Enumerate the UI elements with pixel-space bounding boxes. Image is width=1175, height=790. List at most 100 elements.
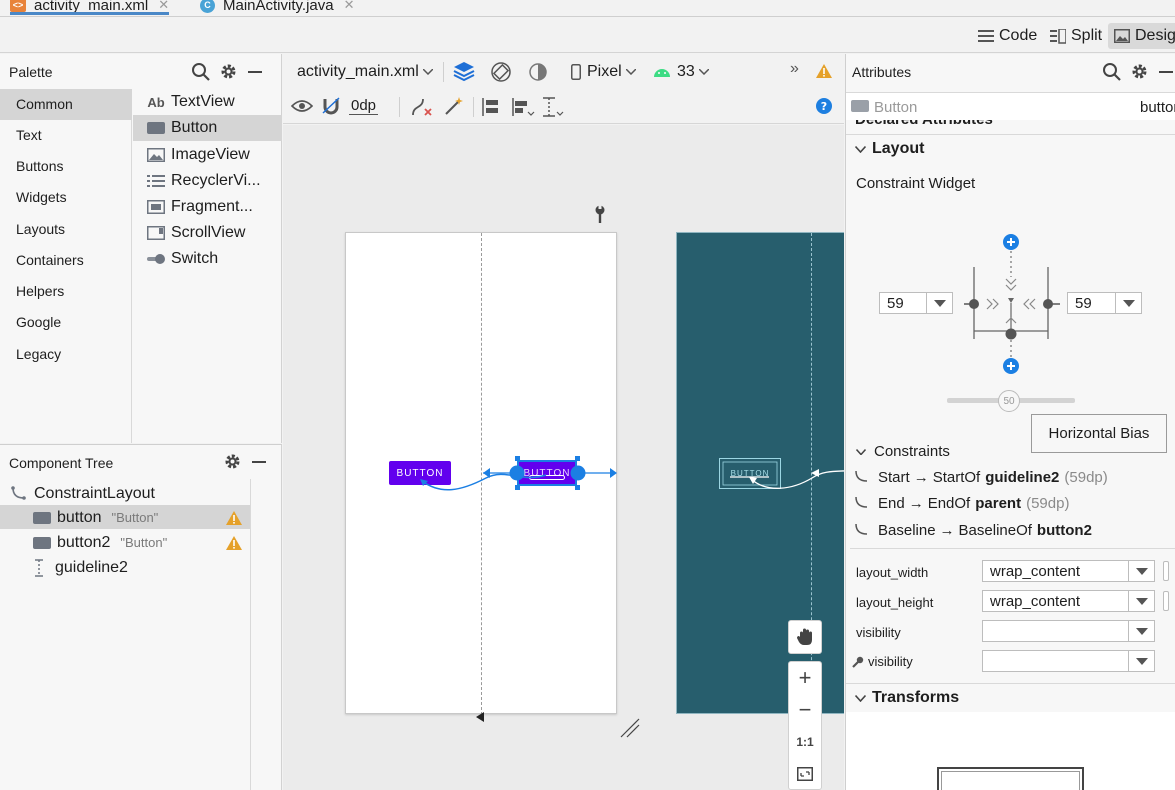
constraint-icon — [854, 522, 870, 538]
api-level-dropdown[interactable]: 33 — [653, 63, 709, 81]
search-icon[interactable] — [191, 62, 210, 81]
resize-handle-icon[interactable] — [619, 717, 641, 739]
transforms-section-header[interactable]: Transforms — [846, 683, 1175, 712]
attributes-panel: Attributes Button button Declared Attrib… — [845, 54, 1175, 790]
align-icon[interactable] — [511, 96, 535, 118]
warning-icon[interactable] — [225, 510, 243, 526]
close-icon[interactable]: ✕ — [344, 0, 355, 13]
category-common[interactable]: Common — [0, 89, 132, 120]
palette-item-imageview[interactable]: ImageView — [133, 142, 282, 168]
magnet-icon[interactable] — [321, 96, 341, 116]
zoom-fit-icon[interactable] — [789, 758, 821, 790]
design-canvas[interactable]: BUTTON BUTTON BUTTON + − 1:1 — [283, 125, 844, 790]
theme-dropdown[interactable] — [527, 61, 549, 83]
warning-icon[interactable] — [225, 535, 243, 551]
visibility-dropdown[interactable] — [982, 620, 1155, 642]
bias-value: 50 — [1003, 395, 1015, 407]
layout-height-picker[interactable] — [1163, 591, 1169, 611]
tab-activity-main-xml[interactable]: <> activity_main.xml ✕ — [10, 0, 170, 16]
declared-attributes-label: Declared Attributes — [855, 120, 993, 128]
attributes-header-icons — [1102, 62, 1174, 81]
orientation-dropdown[interactable] — [489, 60, 513, 84]
more-actions-button[interactable]: » — [790, 60, 799, 78]
palette-item-button[interactable]: Button — [133, 115, 282, 141]
clear-constraints-icon[interactable] — [411, 97, 433, 117]
constraint-margin: (59dp) — [1026, 494, 1070, 512]
design-mode-button[interactable]: Design — [1108, 23, 1175, 49]
palette-item-textview[interactable]: Ab TextView — [133, 89, 282, 115]
category-widgets[interactable]: Widgets — [0, 182, 132, 213]
layout-section-header[interactable]: Layout — [846, 134, 1175, 163]
declared-attributes-row[interactable]: Declared Attributes — [846, 120, 1175, 132]
hand-icon[interactable] — [789, 621, 821, 653]
transforms-section-label: Transforms — [872, 689, 960, 706]
category-buttons[interactable]: Buttons — [0, 151, 132, 182]
zoom-reset-button[interactable]: 1:1 — [789, 726, 821, 758]
palette-items: Ab TextView Button ImageView RecyclerVi.… — [133, 89, 282, 289]
layout-width-picker[interactable] — [1163, 561, 1169, 581]
split-mode-button[interactable]: Split — [1050, 23, 1102, 49]
category-text[interactable]: Text — [0, 120, 132, 151]
button-icon — [851, 100, 869, 112]
zoom-in-icon[interactable]: + — [789, 662, 821, 694]
tab-mainactivity-java[interactable]: C MainActivity.java ✕ — [200, 0, 355, 16]
palette-item-scrollview[interactable]: ScrollView — [133, 220, 282, 246]
close-icon[interactable]: ✕ — [158, 0, 169, 13]
layout-width-dropdown[interactable]: wrap_content — [982, 560, 1155, 582]
constraint-row-end[interactable]: End → EndOf parent (59dp) — [854, 491, 1069, 515]
minimize-icon[interactable] — [251, 454, 267, 470]
gear-icon[interactable] — [224, 453, 241, 470]
zoom-out-icon[interactable]: − — [789, 694, 821, 726]
category-google[interactable]: Google — [0, 307, 132, 338]
constraint-toolbar: 0dp ? — [283, 90, 844, 124]
tools-visibility-dropdown[interactable] — [982, 650, 1155, 672]
palette-item-fragment[interactable]: Fragment... — [133, 194, 282, 220]
guideline-anchor-icon[interactable] — [474, 711, 486, 723]
help-icon[interactable]: ? — [816, 98, 832, 114]
widget-id-field[interactable]: button — [1140, 99, 1175, 116]
minimize-icon[interactable] — [1158, 64, 1174, 80]
palette-item-switch[interactable]: Switch — [133, 246, 282, 272]
gear-icon[interactable] — [1131, 63, 1148, 80]
layout-height-label: layout_height — [856, 595, 934, 610]
palette-item-recyclerview[interactable]: RecyclerVi... — [133, 168, 282, 194]
layers-dropdown[interactable] — [453, 60, 475, 82]
tree-node-button2[interactable]: button2 "Button" — [33, 530, 167, 555]
chevron-down-icon — [1128, 651, 1154, 671]
tree-node-constraintlayout[interactable]: ConstraintLayout — [10, 481, 155, 506]
split-icon — [1050, 28, 1066, 44]
category-layouts[interactable]: Layouts — [0, 214, 132, 245]
file-selector[interactable]: activity_main.xml — [297, 63, 433, 81]
constraint-row-start[interactable]: Start → StartOf guideline2 (59dp) — [854, 465, 1108, 489]
device-dropdown[interactable]: Pixel — [571, 63, 636, 81]
tools-visibility-label: visibility — [868, 654, 913, 669]
code-mode-button[interactable]: Code — [978, 23, 1037, 49]
minimize-icon[interactable] — [247, 64, 263, 80]
image-icon — [1114, 29, 1130, 43]
design-surface[interactable]: BUTTON BUTTON — [345, 232, 617, 715]
default-margin-field[interactable]: 0dp — [349, 98, 379, 115]
tree-node-guideline2[interactable]: guideline2 — [33, 555, 128, 580]
guidelines-icon[interactable] — [541, 96, 565, 118]
tree-node-button[interactable]: button "Button" — [33, 505, 158, 530]
category-containers[interactable]: Containers — [0, 245, 132, 276]
pack-icon[interactable] — [481, 96, 503, 118]
constraints-toggle[interactable]: Constraints — [856, 443, 950, 460]
warning-icon[interactable] — [815, 63, 833, 79]
wrench-icon[interactable] — [593, 205, 607, 223]
category-legacy[interactable]: Legacy — [0, 339, 132, 370]
bias-slider-thumb[interactable]: 50 — [998, 390, 1020, 412]
layout-height-dropdown[interactable]: wrap_content — [982, 590, 1155, 612]
infer-constraints-icon[interactable] — [444, 96, 464, 116]
margin-right-dropdown[interactable]: 59 — [1067, 292, 1142, 314]
constraint-margin: (59dp) — [1064, 468, 1108, 486]
constraint-row-baseline[interactable]: Baseline → BaselineOf button2 — [854, 518, 1092, 542]
eye-icon[interactable] — [291, 98, 313, 114]
margin-left-dropdown[interactable]: 59 — [879, 292, 953, 314]
tooltip-text: Horizontal Bias — [1048, 425, 1150, 442]
gear-icon[interactable] — [220, 63, 237, 80]
category-helpers[interactable]: Helpers — [0, 276, 132, 307]
fragment-icon — [147, 200, 165, 214]
search-icon[interactable] — [1102, 62, 1121, 81]
zoom-controls: + − 1:1 — [788, 661, 822, 790]
